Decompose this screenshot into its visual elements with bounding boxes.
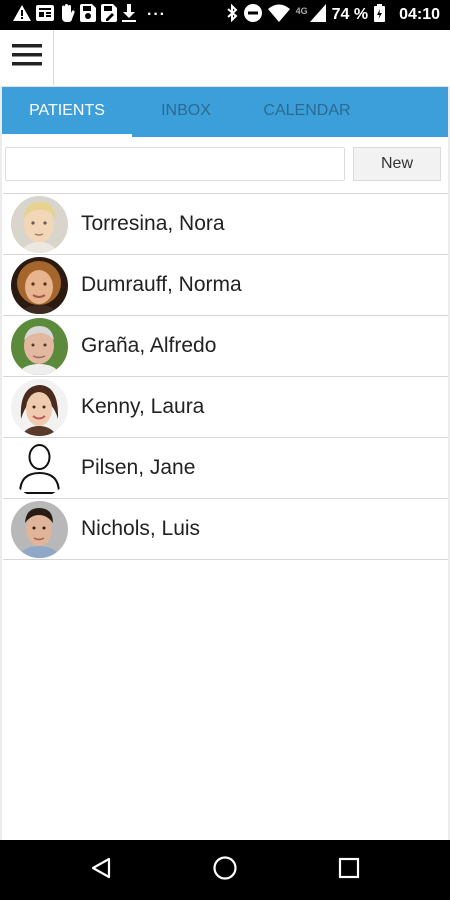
status-bar: ··· 4G 74 % 04:10 <box>0 0 450 30</box>
patient-list: Torresina, Nora Dumrauff, Norma Graña, A… <box>3 193 448 560</box>
patient-avatar-photo <box>11 501 68 558</box>
news-icon <box>36 4 54 26</box>
patient-row[interactable]: Graña, Alfredo <box>3 315 448 376</box>
tab-calendar[interactable]: CALENDAR <box>242 87 372 137</box>
tab-inbox-label: INBOX <box>161 102 211 119</box>
wifi-icon <box>267 4 290 27</box>
battery-percent: 74 % <box>331 6 369 23</box>
search-row: New <box>0 140 450 192</box>
patient-avatar-photo <box>11 379 68 436</box>
recents-button[interactable] <box>333 854 365 886</box>
back-button[interactable] <box>85 854 117 886</box>
do-not-disturb-icon <box>243 3 262 27</box>
patient-row[interactable]: Nichols, Luis <box>3 498 448 560</box>
patient-name: Nichols, Luis <box>81 517 201 540</box>
patient-avatar-photo <box>11 196 68 253</box>
save-icon <box>80 3 96 27</box>
network-type-label: 4G <box>295 6 308 16</box>
patient-row[interactable]: Dumrauff, Norma <box>3 254 448 315</box>
search-input[interactable] <box>5 147 345 181</box>
back-icon <box>89 856 113 885</box>
menu-button[interactable] <box>0 30 54 85</box>
patient-row[interactable]: Torresina, Nora <box>3 193 448 254</box>
tab-active-indicator <box>2 134 132 137</box>
navigation-bar <box>0 840 450 900</box>
overflow-dots: ··· <box>147 6 166 23</box>
bluetooth-icon <box>226 3 238 27</box>
patient-avatar-photo <box>11 318 68 375</box>
hamburger-icon <box>11 42 42 73</box>
home-icon <box>212 855 238 886</box>
left-border <box>0 86 2 840</box>
recents-icon <box>337 856 361 885</box>
person-outline-icon <box>11 440 68 497</box>
tab-calendar-label: CALENDAR <box>263 102 351 119</box>
tab-patients-label: PATIENTS <box>29 102 105 119</box>
download-icon <box>122 3 136 27</box>
patient-row[interactable]: Pilsen, Jane <box>3 437 448 498</box>
patient-name: Graña, Alfredo <box>81 334 217 357</box>
patient-avatar-photo <box>11 257 68 314</box>
tab-patients[interactable]: PATIENTS <box>2 87 132 137</box>
tab-inbox[interactable]: INBOX <box>132 87 240 137</box>
patient-name: Pilsen, Jane <box>81 456 196 479</box>
new-button-label: New <box>380 155 413 172</box>
patient-name: Dumrauff, Norma <box>81 273 242 296</box>
patient-name: Kenny, Laura <box>81 395 205 418</box>
signal-icon <box>309 3 326 27</box>
save-edit-icon <box>101 3 117 27</box>
home-button[interactable] <box>209 854 241 886</box>
tab-bar: PATIENTS INBOX CALENDAR <box>2 87 448 137</box>
hand-icon <box>59 3 75 27</box>
patient-name: Torresina, Nora <box>81 212 225 235</box>
alert-icon <box>13 4 31 26</box>
app-bar <box>0 30 450 87</box>
patient-row[interactable]: Kenny, Laura <box>3 376 448 437</box>
battery-icon <box>374 3 386 27</box>
new-patient-button[interactable]: New <box>353 147 441 181</box>
clock: 04:10 <box>399 6 440 23</box>
